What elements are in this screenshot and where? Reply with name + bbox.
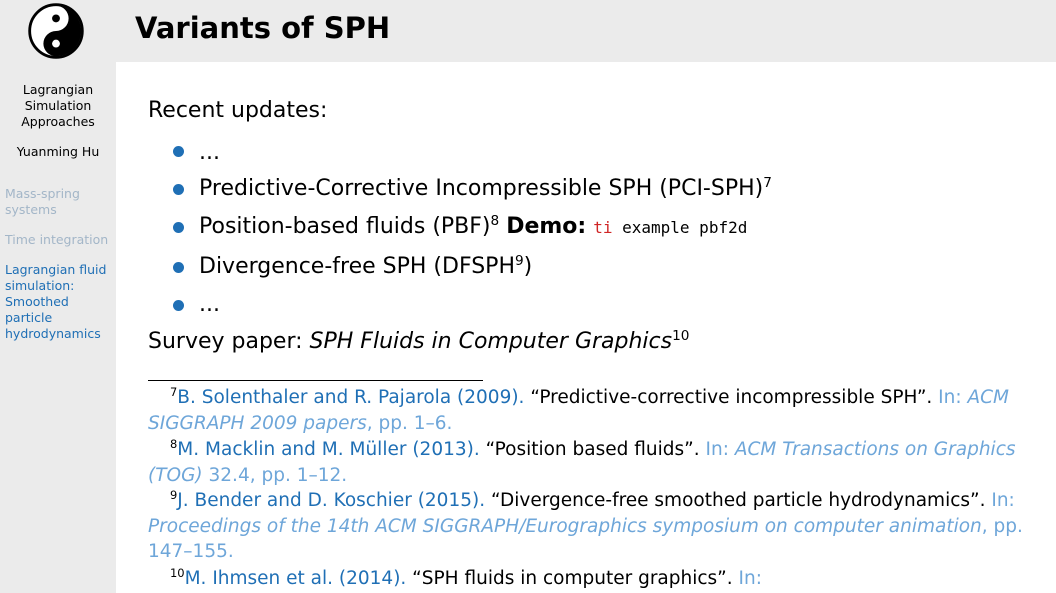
presentation-author: Yuanming Hu — [16, 144, 100, 159]
footnote-ref[interactable]: 9 — [515, 253, 524, 269]
bullet-icon — [173, 262, 184, 273]
footnote-ref[interactable]: 7 — [763, 175, 772, 191]
bullet-icon — [173, 184, 184, 195]
demo-command-ti: ti — [593, 218, 613, 237]
bullet-icon — [173, 146, 184, 157]
yin-yang-icon — [28, 3, 84, 59]
footnote-9: 9J. Bender and D. Koschier (2015). “Dive… — [148, 488, 1023, 562]
footnote-rule — [148, 380, 483, 381]
list-item: ... — [199, 292, 220, 317]
list-item: Position-based fluids (PBF)8 Demo: ti ex… — [199, 212, 748, 239]
list-item: Predictive-Corrective Incompressible SPH… — [199, 174, 772, 201]
intro-text: Recent updates: — [148, 98, 328, 123]
footnote-ref[interactable]: 10 — [672, 328, 689, 344]
survey-title: SPH Fluids in Computer Graphics — [309, 329, 673, 354]
citation-link[interactable]: M. Ihmsen et al. (2014). — [185, 568, 407, 589]
footnote-10: 10M. Ihmsen et al. (2014). “SPH fluids i… — [170, 566, 762, 589]
presentation-title: Lagrangian Simulation Approaches — [21, 82, 95, 129]
footnote-8: 8M. Macklin and M. Müller (2013). “Posit… — [148, 437, 1016, 486]
nav-item-time-integration[interactable]: Time integration — [5, 232, 115, 248]
list-item: Divergence-free SPH (DFSPH9) — [199, 252, 533, 279]
sidebar: Lagrangian Simulation Approaches Yuanmin… — [0, 0, 116, 593]
demo-label: Demo: — [506, 214, 587, 239]
frame-title: Variants of SPH — [135, 11, 391, 45]
footnote-ref[interactable]: 8 — [491, 213, 500, 229]
nav-item-mass-spring[interactable]: Mass-spring systems — [5, 186, 115, 218]
survey-line: Survey paper: SPH Fluids in Computer Gra… — [148, 327, 690, 354]
citation-link[interactable]: M. Macklin and M. Müller (2013). — [177, 439, 479, 460]
nav-item-lagrangian-fluid[interactable]: Lagrangian fluid simulation: Smoothed pa… — [5, 262, 115, 342]
bullet-icon — [173, 300, 184, 311]
citation-link[interactable]: J. Bender and D. Koschier (2015). — [177, 490, 485, 511]
bullet-icon — [173, 222, 184, 233]
demo-command: example pbf2d — [612, 218, 748, 237]
footnote-7: 7B. Solenthaler and R. Pajarola (2009). … — [148, 385, 1010, 434]
list-item: ... — [199, 140, 220, 165]
citation-link[interactable]: B. Solenthaler and R. Pajarola (2009). — [177, 387, 524, 408]
